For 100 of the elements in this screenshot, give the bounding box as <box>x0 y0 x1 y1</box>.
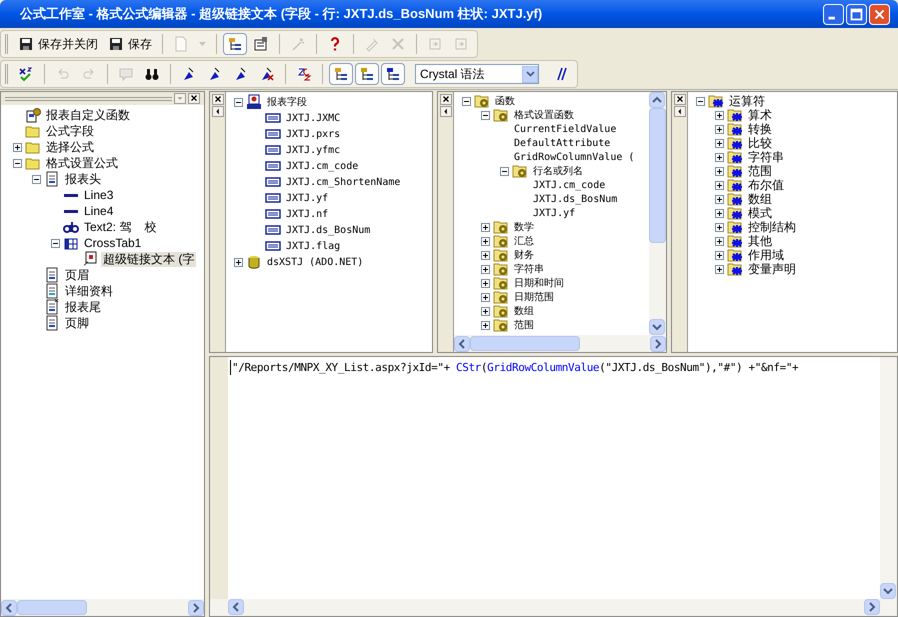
collapse-icon[interactable] <box>462 96 471 106</box>
expand-icon[interactable] <box>481 278 490 288</box>
arrow-left-icon[interactable] <box>212 106 224 117</box>
expand-icon[interactable] <box>715 236 724 246</box>
scroll-right-icon[interactable] <box>650 336 666 352</box>
expand-icon[interactable] <box>715 250 724 260</box>
tree-item[interactable]: DefaultAttribute <box>512 136 612 150</box>
tree-item[interactable]: JXTJ.flag <box>284 238 342 254</box>
tree-item[interactable]: JXTJ.nf <box>284 206 330 222</box>
tree-item[interactable]: 公式字段 <box>44 124 96 138</box>
scroll-right-icon[interactable] <box>864 599 880 615</box>
tree-item[interactable]: 字符串 <box>512 262 546 276</box>
tree-item[interactable]: 报表尾 <box>63 300 103 314</box>
tree-item[interactable]: 其他 <box>746 234 774 248</box>
expand-icon[interactable] <box>715 138 724 148</box>
expand-icon[interactable] <box>715 222 724 232</box>
tree-item[interactable]: JXTJ.yf <box>284 190 330 206</box>
expand-icon[interactable] <box>715 208 724 218</box>
toolbar-button[interactable] <box>223 33 247 55</box>
expand-icon[interactable] <box>715 124 724 134</box>
scroll-down-icon[interactable] <box>880 583 896 599</box>
tree-item[interactable]: 格式设置函数 <box>512 108 576 122</box>
tree-item[interactable]: 财务 <box>512 248 536 262</box>
scroll-down-icon[interactable] <box>649 319 665 335</box>
scrollbar-thumb[interactable] <box>17 600 87 615</box>
tree-item[interactable]: 日期范围 <box>512 290 556 304</box>
collapse-icon[interactable] <box>13 158 22 168</box>
syntax-select[interactable]: Crystal 语法 <box>415 64 539 84</box>
tree-item[interactable]: 汇总 <box>512 234 536 248</box>
vertical-scrollbar[interactable] <box>880 357 897 599</box>
scrollbar-thumb[interactable] <box>649 108 666 243</box>
expand-icon[interactable] <box>481 250 490 260</box>
tree-item[interactable]: 范围 <box>512 318 536 332</box>
minimize-icon[interactable] <box>823 4 844 24</box>
toolbar-button[interactable]: 保存 <box>104 33 156 55</box>
tree-item[interactable]: JXTJ.yf <box>531 206 578 220</box>
tree-item[interactable]: 转换 <box>746 122 774 136</box>
tree-item[interactable]: JXTJ.cm_ShortenName <box>284 174 402 190</box>
tree-item[interactable]: 数组 <box>746 192 774 206</box>
close-icon[interactable] <box>674 94 686 105</box>
tree-item[interactable]: Line4 <box>82 204 116 218</box>
collapse-icon[interactable] <box>51 238 60 248</box>
toolbar-button[interactable] <box>355 63 379 85</box>
tree-item[interactable]: 报表自定义函数 <box>44 108 132 122</box>
scrollbar-thumb[interactable] <box>470 336 580 351</box>
tree-item[interactable]: 数学 <box>512 220 536 234</box>
tree-item[interactable]: 格式设置公式 <box>44 156 120 170</box>
tree-item[interactable]: JXTJ.cm_code <box>531 178 608 192</box>
tree-item[interactable]: Line3 <box>82 188 116 202</box>
tree-item[interactable]: 作用域 <box>746 248 786 262</box>
close-icon[interactable] <box>188 93 200 104</box>
collapse-icon[interactable] <box>481 110 490 120</box>
arrow-left-icon[interactable] <box>674 106 686 117</box>
collapse-icon[interactable] <box>500 166 509 176</box>
toolbar-button[interactable] <box>329 63 353 85</box>
tree-item[interactable]: 比较 <box>746 136 774 150</box>
tree-item[interactable]: CurrentFieldValue <box>512 122 618 136</box>
expand-icon[interactable] <box>481 306 490 316</box>
tree-item[interactable]: 页脚 <box>63 316 91 330</box>
close-icon[interactable] <box>440 94 452 105</box>
tree-item[interactable]: 报表字段 <box>265 94 309 110</box>
tree-item[interactable]: 字符串 <box>746 150 786 164</box>
tree-item[interactable]: Text2: 驾 校 <box>82 220 159 234</box>
arrow-left-icon[interactable] <box>440 106 452 117</box>
expand-icon[interactable] <box>481 320 490 330</box>
tree-item[interactable]: JXTJ.ds_BosNum <box>284 222 372 238</box>
tree-item[interactable]: JXTJ.yfmc <box>284 142 342 158</box>
expand-icon[interactable] <box>481 264 490 274</box>
expand-icon[interactable] <box>715 166 724 176</box>
collapse-icon[interactable] <box>696 96 705 106</box>
collapse-icon[interactable] <box>32 174 41 184</box>
expand-icon[interactable] <box>715 194 724 204</box>
maximize-icon[interactable] <box>846 4 867 24</box>
tree-item[interactable]: 超级链接文本 (字 <box>101 252 196 266</box>
tree-item[interactable]: 函数 <box>493 94 517 108</box>
expand-icon[interactable] <box>715 152 724 162</box>
collapse-icon[interactable] <box>234 98 243 106</box>
tree-item[interactable]: 布尔值 <box>746 178 786 192</box>
tree-item[interactable]: 范围 <box>746 164 774 178</box>
expand-icon[interactable] <box>481 292 490 302</box>
tree-item[interactable]: GridRowColumnValue ( <box>512 150 636 164</box>
expand-icon[interactable] <box>715 110 724 120</box>
scroll-left-icon[interactable] <box>454 336 470 352</box>
expand-icon[interactable] <box>234 258 243 266</box>
close-icon[interactable] <box>212 94 224 105</box>
tree-item[interactable]: JXTJ.pxrs <box>284 126 342 142</box>
scroll-left-icon[interactable] <box>1 600 17 616</box>
tree-item[interactable]: CrossTab1 <box>82 236 144 250</box>
scroll-left-icon[interactable] <box>228 599 244 615</box>
expand-icon[interactable] <box>715 264 724 274</box>
scroll-right-icon[interactable] <box>188 600 204 616</box>
tree-item[interactable]: 详细资料 <box>63 284 115 298</box>
tree-item[interactable]: 选择公式 <box>44 140 96 154</box>
tree-item[interactable]: 运算符 <box>727 94 767 108</box>
tree-item[interactable]: 算术 <box>746 108 774 122</box>
tree-item[interactable]: 页眉 <box>63 268 91 282</box>
formula-code[interactable]: "/Reports/MNPX_XY_List.aspx?jxId="+ CStr(GridRowColumnValue("JXTJ.ds_BosNum"),"#") +"&nf="+ <box>230 360 805 375</box>
tree-item[interactable]: 变量声明 <box>746 262 798 276</box>
tree-item[interactable]: 行名或列名 <box>531 164 585 178</box>
tree-item[interactable]: 报表头 <box>63 172 103 186</box>
